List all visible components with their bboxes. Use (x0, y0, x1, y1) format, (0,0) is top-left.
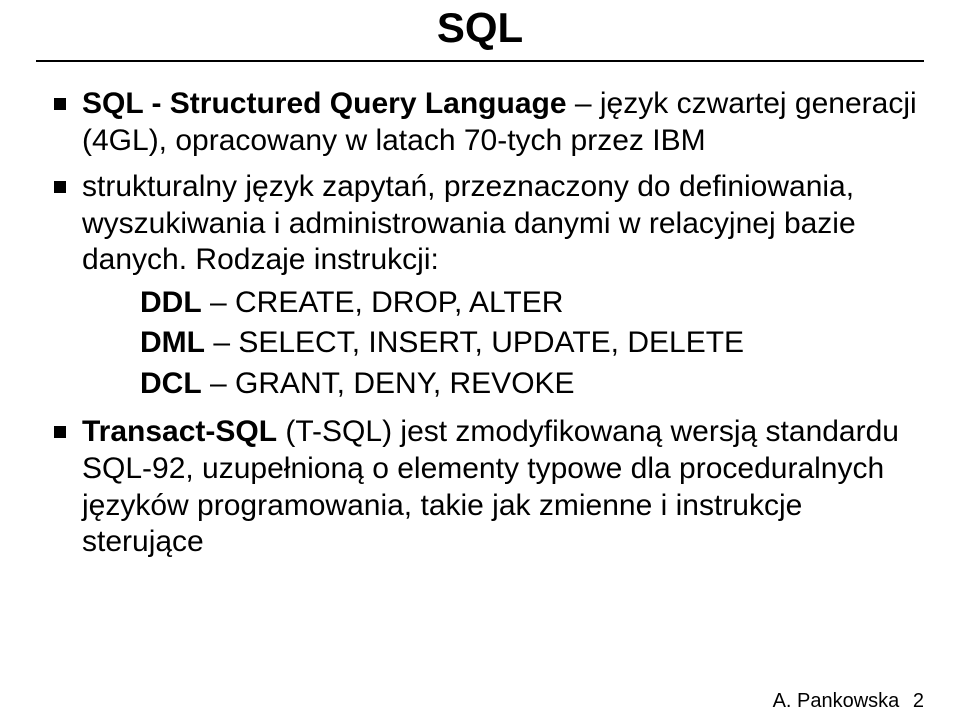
sub-item: DCL – GRANT, DENY, REVOKE (140, 364, 924, 405)
sub-term: DML (140, 326, 205, 359)
sub-rest: – SELECT, INSERT, UPDATE, DELETE (205, 326, 744, 359)
bullet-term: Transact-SQL (82, 415, 277, 448)
sub-list: DDL – CREATE, DROP, ALTER DML – SELECT, … (82, 283, 924, 405)
sub-rest: – GRANT, DENY, REVOKE (202, 367, 575, 400)
title-rule (36, 60, 924, 62)
sub-rest: – CREATE, DROP, ALTER (202, 286, 564, 319)
page-title: SQL (36, 0, 924, 60)
bullet-item: strukturalny język zapytań, przeznaczony… (54, 169, 924, 404)
bullet-item: SQL - Structured Query Language – język … (54, 86, 924, 159)
footer: A. Pankowska 2 (773, 690, 924, 713)
bullet-list: SQL - Structured Query Language – język … (36, 86, 924, 561)
sub-term: DDL (140, 286, 202, 319)
footer-page: 2 (913, 690, 924, 712)
footer-author: A. Pankowska (773, 690, 900, 712)
sub-term: DCL (140, 367, 202, 400)
sub-item: DDL – CREATE, DROP, ALTER (140, 283, 924, 324)
bullet-plain: strukturalny język zapytań, przeznaczony… (82, 170, 856, 276)
bullet-term: SQL - Structured Query Language (82, 87, 567, 120)
bullet-item: Transact-SQL (T-SQL) jest zmodyfikowaną … (54, 414, 924, 560)
sub-item: DML – SELECT, INSERT, UPDATE, DELETE (140, 323, 924, 364)
